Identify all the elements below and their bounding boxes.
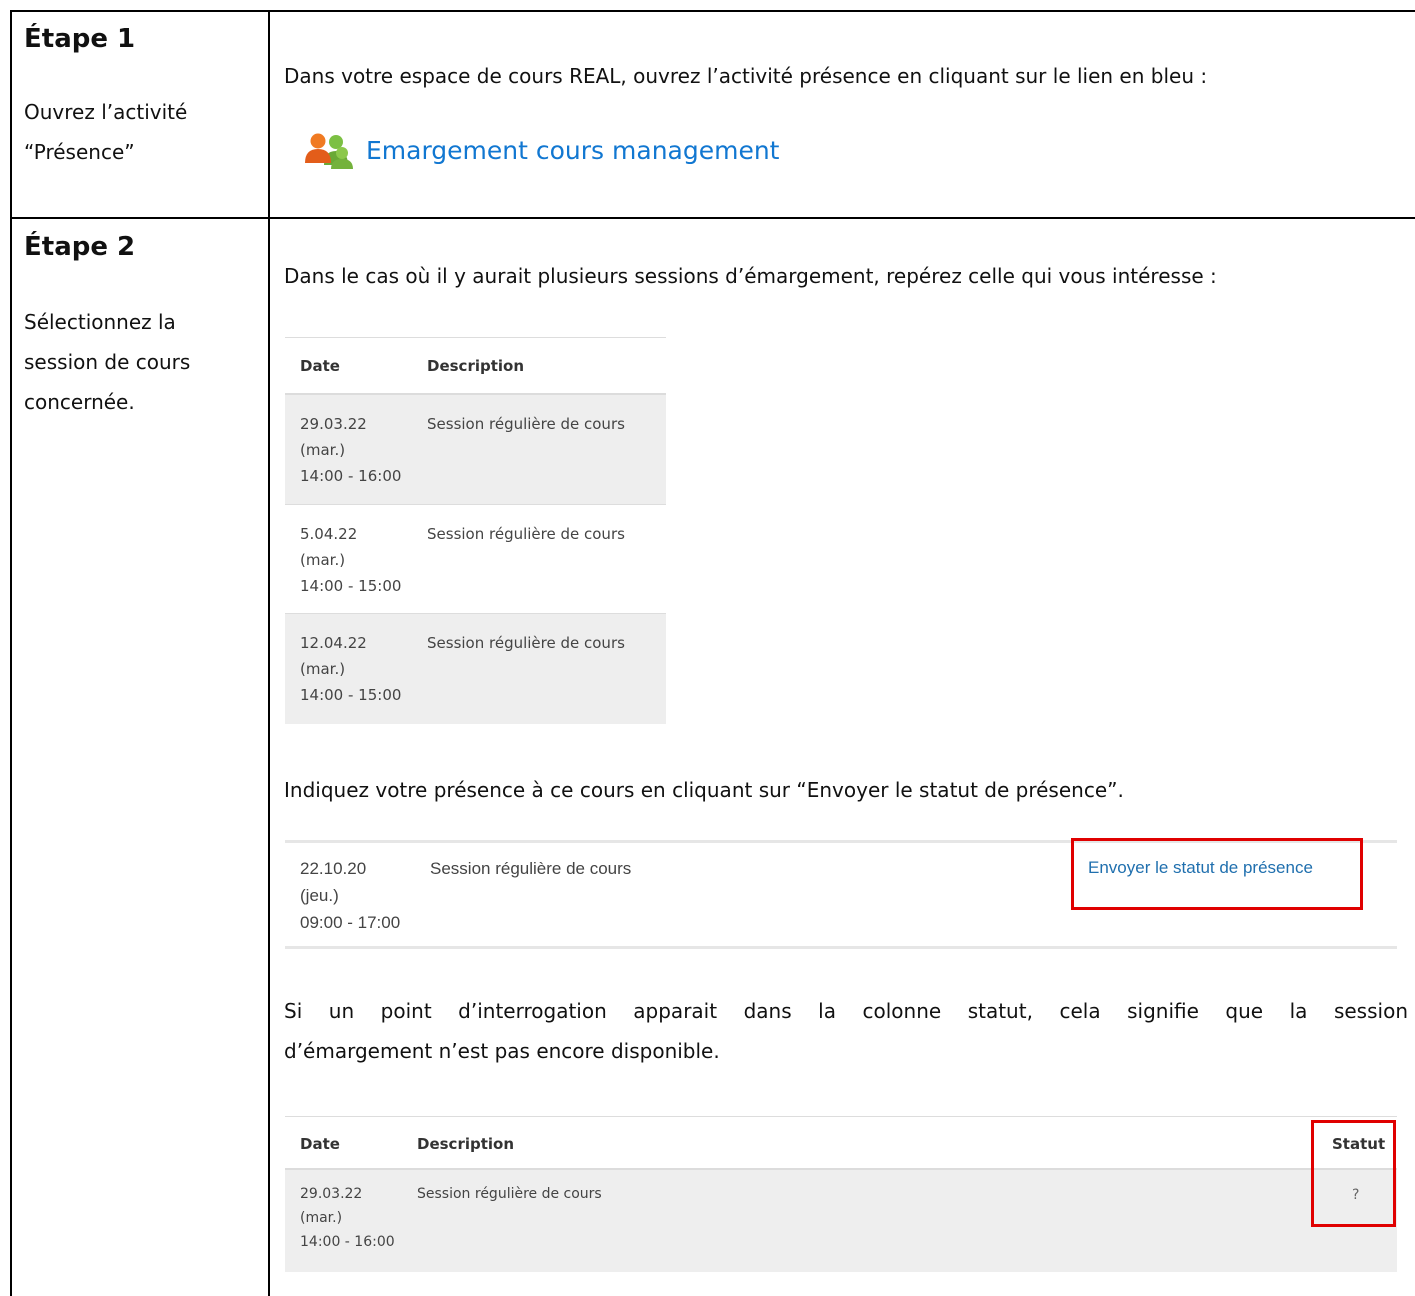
- column-header-description: Description: [427, 357, 525, 375]
- table-top-border: [285, 337, 666, 338]
- table-row: 5.04.22 (mar.) 14:00 - 15:00 Session rég…: [285, 505, 666, 613]
- highlight-box-submit: [1071, 838, 1363, 910]
- step2-description: Sélectionnez la session de cours concern…: [24, 310, 191, 414]
- table-row: 29.03.22 (mar.) 14:00 - 16:00 Session ré…: [285, 395, 666, 504]
- users-group-icon: [302, 131, 356, 169]
- column-header-date: Date: [300, 1135, 340, 1153]
- table-row: 29.03.22 (mar.) 14:00 - 16:00 Session ré…: [285, 1170, 1397, 1272]
- status-table: Date Description Statut 29.03.22 (mar.) …: [285, 1116, 1397, 1272]
- attendance-link-label[interactable]: Emargement cours management: [366, 136, 780, 165]
- session-date: 29.03.22 (mar.) 14:00 - 16:00: [300, 415, 402, 485]
- table-top-border: [285, 1116, 1397, 1117]
- attendance-activity-link[interactable]: Emargement cours management: [302, 130, 780, 170]
- column-header-description: Description: [417, 1135, 515, 1153]
- status-note-line1: Si un point d’interrogation apparait dan…: [284, 999, 1408, 1023]
- step1-instruction: Dans votre espace de cours REAL, ouvrez …: [284, 64, 1208, 88]
- table-border-middle: [10, 217, 1415, 219]
- session-date: 29.03.22 (mar.) 14:00 - 16:00: [300, 1186, 395, 1250]
- table-bottom-border: [285, 946, 1397, 949]
- session-date: 22.10.20 (jeu.) 09:00 - 17:00: [300, 859, 401, 932]
- session-description: Session régulière de cours: [427, 525, 625, 543]
- session-date: 12.04.22 (mar.) 14:00 - 15:00: [300, 634, 402, 704]
- step2-instruction-submit: Indiquez votre présence à ce cours en cl…: [284, 778, 1124, 802]
- status-note-line2: d’émargement n’est pas encore disponible…: [284, 1039, 720, 1063]
- session-date: 5.04.22 (mar.) 14:00 - 15:00: [300, 525, 402, 595]
- table-row: 12.04.22 (mar.) 14:00 - 15:00 Session ré…: [285, 614, 666, 724]
- step2-title: Étape 2: [24, 232, 136, 262]
- table-border-left: [10, 10, 12, 1296]
- step1-description: Ouvrez l’activité “Présence”: [24, 100, 188, 164]
- session-description: Session régulière de cours: [417, 1186, 602, 1202]
- sessions-table: Date Description 29.03.22 (mar.) 14:00 -…: [285, 337, 666, 724]
- column-header-date: Date: [300, 357, 340, 375]
- table-column-divider: [268, 10, 270, 1296]
- step1-title: Étape 1: [24, 24, 136, 54]
- step2-instruction-select: Dans le cas où il y aurait plusieurs ses…: [284, 264, 1217, 288]
- highlight-box-status: [1311, 1120, 1396, 1227]
- session-description: Session régulière de cours: [430, 859, 632, 878]
- table-border-top: [10, 10, 1415, 12]
- session-description: Session régulière de cours: [427, 634, 625, 652]
- session-description: Session régulière de cours: [427, 415, 625, 433]
- step2-instruction-status: Si un point d’interrogation apparait dan…: [284, 991, 1408, 1071]
